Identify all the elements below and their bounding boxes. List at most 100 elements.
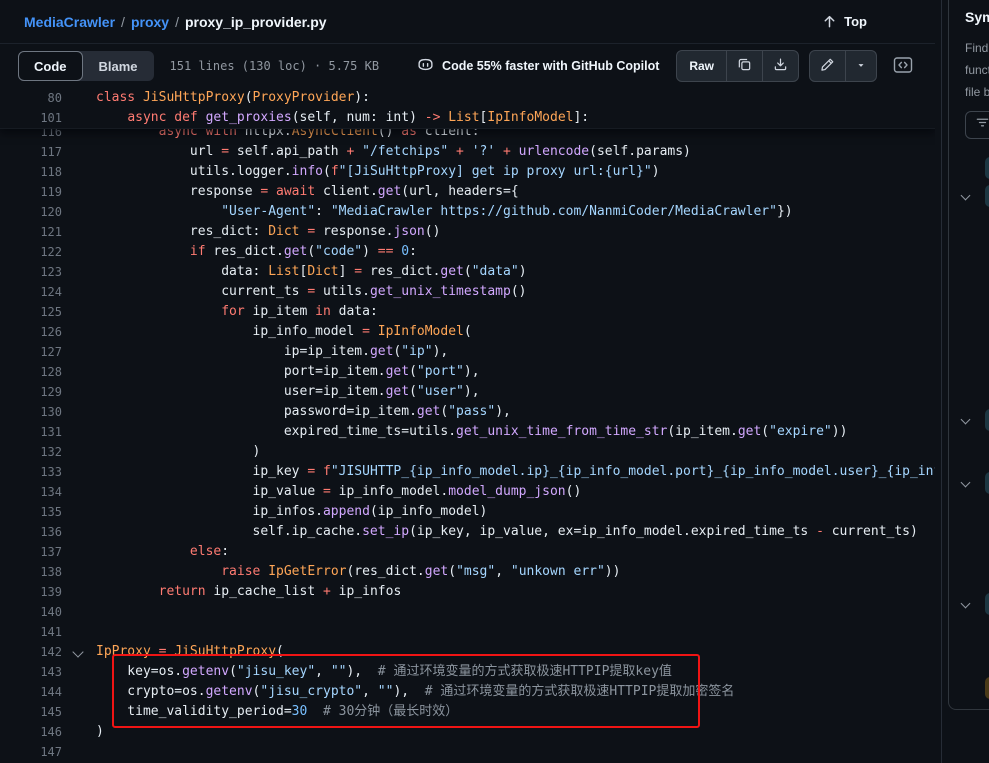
line-number[interactable]: 123	[0, 262, 62, 282]
line-number[interactable]: 122	[0, 242, 62, 262]
code-viewer: 116 async with httpx.AsyncClient() as cl…	[0, 88, 935, 763]
code-line: 118 utils.logger.info(f"[JiSuHttpProxy] …	[0, 162, 935, 182]
code-line: 145 time_validity_period=30 # 30分钟（最长时效）	[0, 702, 935, 722]
code-line: 129 user=ip_item.get("user"),	[0, 382, 935, 402]
code-line-content: url = self.api_path + "/fetchips" + '?' …	[62, 142, 691, 162]
breadcrumb-file-name: proxy_ip_provider.py	[185, 14, 327, 30]
line-number[interactable]: 143	[0, 662, 62, 682]
symbols-panel-title: Symbols	[965, 9, 989, 25]
symbols-tree-row[interactable]	[942, 184, 989, 208]
line-number[interactable]: 146	[0, 722, 62, 742]
edit-button[interactable]	[810, 51, 845, 81]
copilot-banner[interactable]: Code 55% faster with GitHub Copilot	[417, 56, 659, 76]
symbols-tree-row[interactable]	[942, 408, 989, 432]
symbol-pill[interactable]	[985, 472, 989, 494]
symbol-pill[interactable]	[985, 409, 989, 431]
chevron-down-icon[interactable]	[961, 191, 971, 201]
symbols-filter-input[interactable]	[965, 111, 989, 139]
line-number[interactable]: 118	[0, 162, 62, 182]
symbols-pane-toggle-button[interactable]	[887, 51, 919, 81]
code-line-content: async def get_proxies(self, num: int) ->…	[62, 108, 589, 128]
line-number[interactable]: 131	[0, 422, 62, 442]
code-line-content: ip_key = f"JISUHTTP_{ip_info_model.ip}_{…	[62, 462, 935, 482]
code-line-content: class JiSuHttpProxy(ProxyProvider):	[62, 88, 370, 108]
back-to-top-button[interactable]: Top	[816, 13, 873, 30]
line-number[interactable]: 140	[0, 602, 62, 622]
symbol-pill[interactable]	[985, 677, 989, 699]
line-number[interactable]: 145	[0, 702, 62, 722]
line-number[interactable]: 139	[0, 582, 62, 602]
download-icon	[773, 57, 788, 75]
symbols-tree-row[interactable]	[942, 471, 989, 495]
symbol-pill[interactable]	[985, 185, 989, 207]
line-number[interactable]: 117	[0, 142, 62, 162]
line-number[interactable]: 129	[0, 382, 62, 402]
symbols-panel: Symbols Find definitions and references …	[941, 0, 989, 763]
chevron-down-icon[interactable]	[961, 478, 971, 488]
download-button[interactable]	[762, 51, 798, 81]
code-body: 116 async with httpx.AsyncClient() as cl…	[0, 122, 935, 762]
copy-button[interactable]	[726, 51, 762, 81]
code-line-content: ip=ip_item.get("ip"),	[62, 342, 448, 362]
symbols-tree-row[interactable]	[942, 676, 989, 700]
line-number[interactable]: 126	[0, 322, 62, 342]
line-number[interactable]: 133	[0, 462, 62, 482]
file-toolbar: Code Blame 151 lines (130 loc) · 5.75 KB…	[0, 44, 935, 89]
breadcrumb-repo-link[interactable]: MediaCrawler	[24, 14, 115, 30]
symbol-pill[interactable]	[985, 157, 989, 179]
line-number[interactable]: 124	[0, 282, 62, 302]
line-number[interactable]: 147	[0, 742, 62, 762]
code-line-content: port=ip_item.get("port"),	[62, 362, 480, 382]
tab-blame[interactable]: Blame	[83, 51, 154, 81]
line-number[interactable]: 144	[0, 682, 62, 702]
symbols-tree-row[interactable]	[942, 156, 989, 180]
code-line: 140	[0, 602, 935, 622]
line-number[interactable]: 135	[0, 502, 62, 522]
line-number[interactable]: 128	[0, 362, 62, 382]
line-number[interactable]: 80	[0, 88, 62, 108]
caret-down-icon	[856, 59, 866, 73]
code-line-content: raise IpGetError(res_dict.get("msg", "un…	[62, 562, 620, 582]
line-number[interactable]: 119	[0, 182, 62, 202]
copilot-banner-text: Code 55% faster with GitHub Copilot	[442, 59, 659, 73]
code-line: 142IpProxy = JiSuHttpProxy(	[0, 642, 935, 662]
tab-code[interactable]: Code	[18, 51, 83, 81]
line-number[interactable]: 138	[0, 562, 62, 582]
code-line-content: for ip_item in data:	[62, 302, 378, 322]
line-number[interactable]: 120	[0, 202, 62, 222]
raw-button[interactable]: Raw	[677, 51, 726, 81]
code-line-content: self.ip_cache.set_ip(ip_key, ip_value, e…	[62, 522, 918, 542]
chevron-down-icon[interactable]	[961, 415, 971, 425]
line-number[interactable]: 127	[0, 342, 62, 362]
code-line: 144 crypto=os.getenv("jisu_crypto", ""),…	[0, 682, 935, 702]
code-line: 126 ip_info_model = IpInfoModel(	[0, 322, 935, 342]
code-line-content: current_ts = utils.get_unix_timestamp()	[62, 282, 527, 302]
symbol-pill[interactable]	[985, 593, 989, 615]
raw-actions-group: Raw	[676, 50, 799, 82]
line-number[interactable]: 132	[0, 442, 62, 462]
code-line: 138 raise IpGetError(res_dict.get("msg",…	[0, 562, 935, 582]
edit-actions-group	[809, 50, 877, 82]
code-line: 124 current_ts = utils.get_unix_timestam…	[0, 282, 935, 302]
symbols-tree-row[interactable]	[942, 592, 989, 616]
code-line-content: expired_time_ts=utils.get_unix_time_from…	[62, 422, 847, 442]
code-line: 134 ip_value = ip_info_model.model_dump_…	[0, 482, 935, 502]
code-line-content: user=ip_item.get("user"),	[62, 382, 480, 402]
line-number[interactable]: 141	[0, 622, 62, 642]
code-line: 120 "User-Agent": "MediaCrawler https://…	[0, 202, 935, 222]
line-number[interactable]: 136	[0, 522, 62, 542]
line-number[interactable]: 130	[0, 402, 62, 422]
line-number[interactable]: 101	[0, 108, 62, 128]
line-number[interactable]: 121	[0, 222, 62, 242]
breadcrumb-bar: MediaCrawler / proxy / proxy_ip_provider…	[0, 0, 935, 44]
line-number[interactable]: 137	[0, 542, 62, 562]
line-number[interactable]: 142	[0, 642, 62, 662]
line-number[interactable]: 125	[0, 302, 62, 322]
code-line: 147	[0, 742, 935, 762]
line-number[interactable]: 134	[0, 482, 62, 502]
breadcrumb-folder-link[interactable]: proxy	[131, 14, 169, 30]
chevron-down-icon[interactable]	[961, 599, 971, 609]
code-line: 133 ip_key = f"JISUHTTP_{ip_info_model.i…	[0, 462, 935, 482]
edit-dropdown-button[interactable]	[845, 51, 876, 81]
breadcrumb: MediaCrawler / proxy / proxy_ip_provider…	[24, 14, 327, 30]
